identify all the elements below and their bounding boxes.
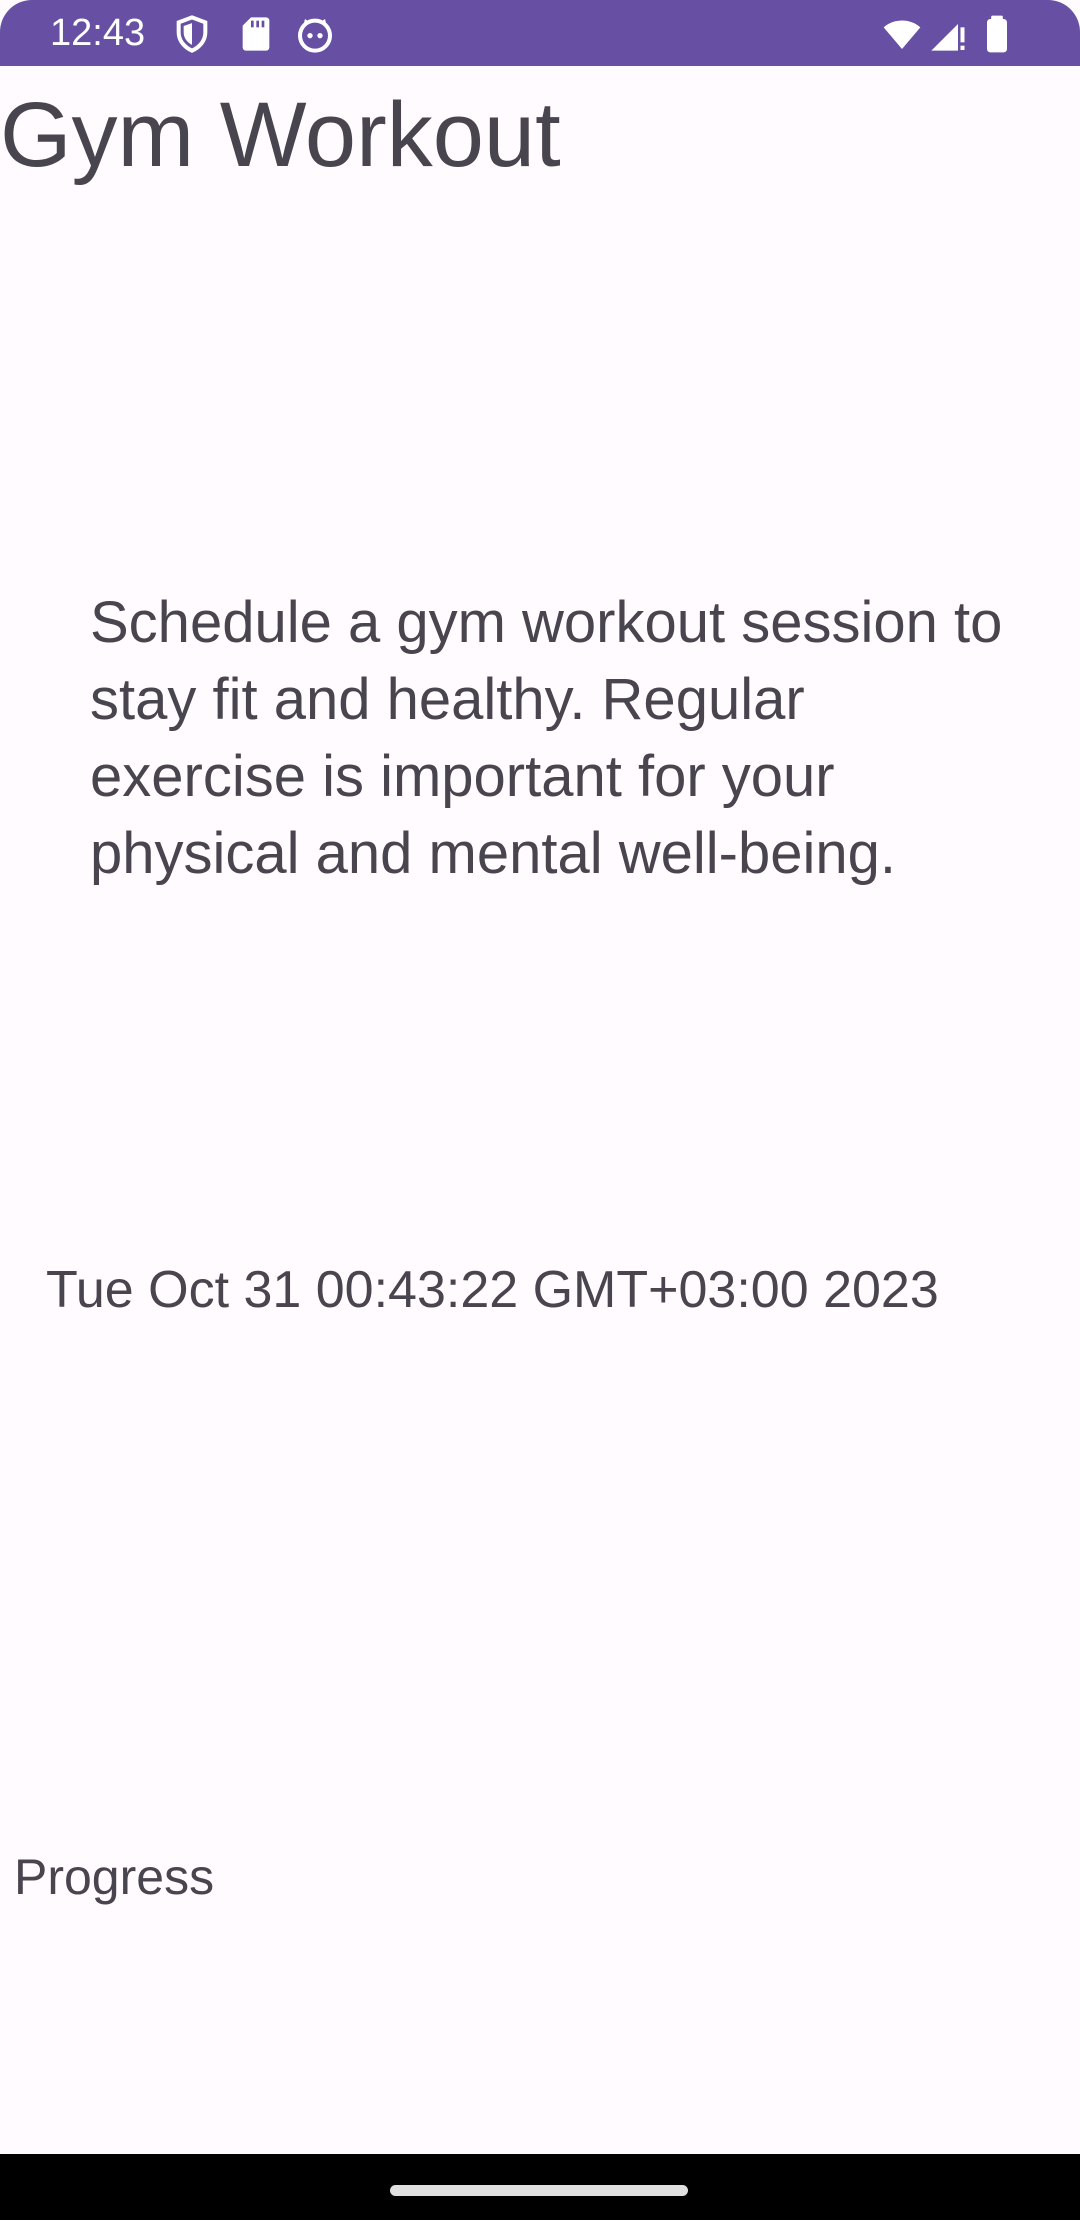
shield-icon <box>172 14 212 54</box>
wifi-icon <box>880 14 924 54</box>
status-bar: 12:43 <box>0 0 1080 66</box>
status-time: 12:43 <box>50 12 146 54</box>
cat-face-icon <box>295 14 335 54</box>
sd-card-icon <box>236 14 276 54</box>
page-title: Gym Workout <box>0 84 561 186</box>
progress-label: Progress <box>14 1849 215 1905</box>
description-container: Schedule a gym workout session to stay f… <box>90 584 1010 924</box>
cellular-signal-icon <box>928 14 968 54</box>
workout-description: Schedule a gym workout session to stay f… <box>90 590 1003 886</box>
schedule-datetime: Tue Oct 31 00:43:22 GMT+03:00 2023 <box>46 1261 939 1319</box>
app-screen: 12:43 Gym Workout Schedule a gym workout… <box>0 0 1080 2220</box>
battery-icon <box>977 14 1017 54</box>
home-gesture-handle[interactable] <box>390 2185 688 2196</box>
